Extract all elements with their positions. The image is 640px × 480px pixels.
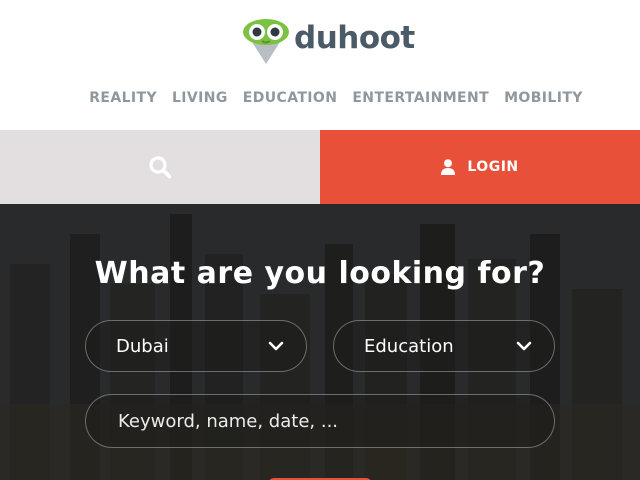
city-select-value: Dubai xyxy=(116,335,169,357)
keyword-input[interactable] xyxy=(85,394,555,448)
nav-item-living[interactable]: LIVING xyxy=(172,88,228,110)
search-button[interactable] xyxy=(0,130,320,204)
nav-item-education[interactable]: EDUCATION xyxy=(243,88,338,110)
site-logo[interactable]: duhoot xyxy=(242,16,415,66)
site-header: duhoot REALITY LIVING EDUCATION ENTERTAI… xyxy=(0,0,640,130)
city-select[interactable]: Dubai xyxy=(85,320,307,372)
category-select-value: Education xyxy=(364,335,454,357)
login-button[interactable]: LOGIN xyxy=(320,130,640,204)
chevron-down-icon xyxy=(268,341,284,351)
category-select[interactable]: Education xyxy=(333,320,555,372)
user-icon xyxy=(441,159,456,175)
search-icon xyxy=(149,156,172,179)
hero-title: What are you looking for? xyxy=(94,256,546,291)
hero-search: What are you looking for? Dubai Educatio… xyxy=(0,204,640,480)
nav-item-reality[interactable]: REALITY xyxy=(89,88,157,110)
owl-pin-logo-icon xyxy=(243,19,289,64)
chevron-down-icon xyxy=(516,341,532,351)
nav-item-entertainment[interactable]: ENTERTAINMENT xyxy=(352,88,489,110)
nav-item-mobility[interactable]: MOBILITY xyxy=(504,88,583,110)
login-label: LOGIN xyxy=(467,159,519,175)
brand-name: duhoot xyxy=(294,20,415,56)
action-bar: LOGIN xyxy=(0,130,640,204)
main-nav: REALITY LIVING EDUCATION ENTERTAINMENT M… xyxy=(0,88,640,110)
